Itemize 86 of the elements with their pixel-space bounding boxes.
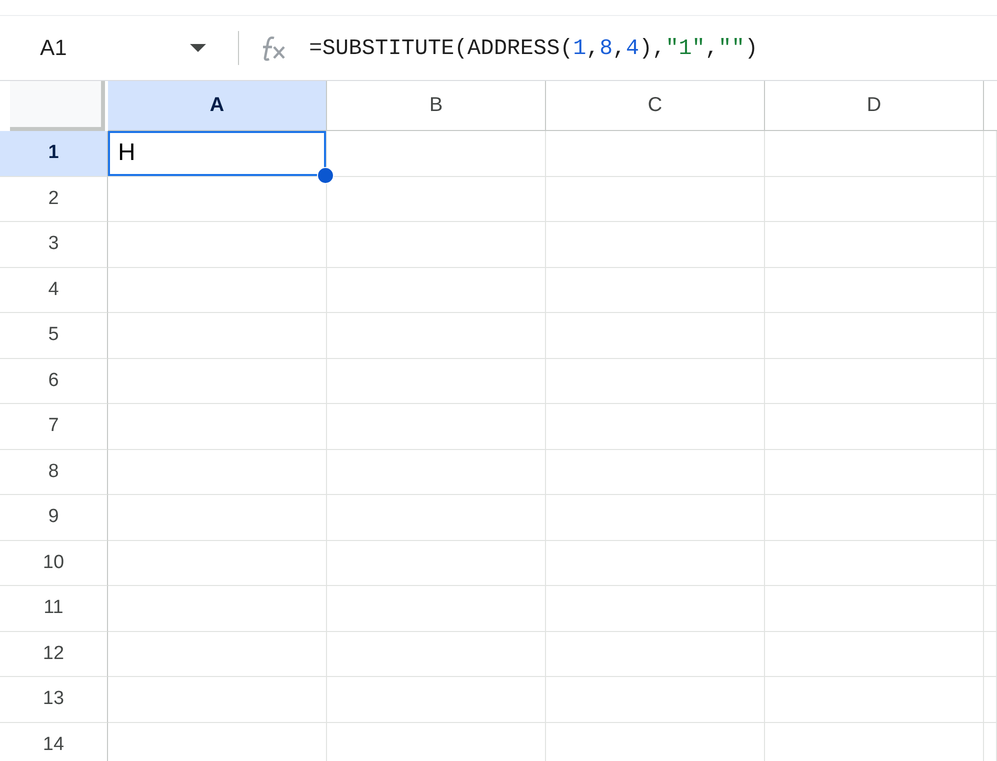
row-header[interactable]: 9 xyxy=(0,495,108,540)
table-cell[interactable] xyxy=(546,586,765,632)
table-cell[interactable] xyxy=(984,586,997,632)
table-cell[interactable] xyxy=(546,677,765,722)
table-cell[interactable] xyxy=(984,268,997,313)
column-header[interactable]: C xyxy=(546,81,765,131)
table-cell[interactable] xyxy=(327,268,546,313)
table-cell[interactable] xyxy=(765,632,984,677)
table-cell[interactable] xyxy=(108,677,327,722)
table-cell[interactable] xyxy=(546,450,765,495)
table-cell[interactable] xyxy=(546,632,765,677)
row-header[interactable]: 6 xyxy=(0,358,108,404)
table-cell[interactable] xyxy=(108,222,327,268)
row-header[interactable]: 11 xyxy=(0,586,108,632)
table-cell[interactable] xyxy=(546,313,765,358)
table-cell[interactable] xyxy=(984,495,997,540)
table-cell[interactable] xyxy=(984,313,997,358)
table-cell[interactable] xyxy=(984,632,997,677)
table-cell[interactable] xyxy=(546,222,765,268)
table-cell[interactable] xyxy=(108,495,327,540)
table-cell[interactable] xyxy=(765,268,984,313)
table-cell[interactable] xyxy=(546,495,765,540)
table-cell[interactable] xyxy=(546,268,765,313)
table-cell[interactable] xyxy=(984,450,997,495)
row-header[interactable]: 4 xyxy=(0,268,108,313)
table-cell[interactable] xyxy=(327,586,546,632)
table-cell[interactable] xyxy=(765,450,984,495)
row-header[interactable]: 1 xyxy=(0,131,108,176)
row-header[interactable]: 2 xyxy=(0,176,108,222)
row-header[interactable]: 13 xyxy=(0,677,108,722)
table-cell[interactable] xyxy=(327,404,546,450)
table-cell[interactable] xyxy=(327,450,546,495)
table-cell[interactable] xyxy=(327,222,546,268)
table-cell[interactable] xyxy=(765,540,984,586)
table-cell[interactable] xyxy=(984,677,997,722)
table-cell[interactable] xyxy=(765,313,984,358)
table-cell[interactable] xyxy=(108,450,327,495)
table-cell[interactable] xyxy=(108,313,327,358)
table-cell[interactable] xyxy=(765,131,984,176)
column-header[interactable]: A xyxy=(108,81,327,131)
table-cell[interactable] xyxy=(546,358,765,404)
caret-icon[interactable] xyxy=(190,44,206,52)
row-header[interactable]: 5 xyxy=(0,313,108,358)
row-header[interactable]: 8 xyxy=(0,450,108,495)
select-all-corner[interactable] xyxy=(10,81,105,131)
column-header[interactable]: B xyxy=(327,81,546,131)
table-cell[interactable] xyxy=(765,176,984,222)
table-cell[interactable] xyxy=(984,540,997,586)
table-cell[interactable] xyxy=(327,632,546,677)
name-box[interactable]: A1 xyxy=(40,35,190,61)
table-cell[interactable] xyxy=(765,586,984,632)
table-cell[interactable] xyxy=(546,176,765,222)
row-header[interactable]: 12 xyxy=(0,632,108,677)
table-cell[interactable] xyxy=(765,495,984,540)
table-cell[interactable] xyxy=(765,358,984,404)
fill-handle[interactable] xyxy=(317,166,334,184)
table-cell[interactable] xyxy=(765,404,984,450)
table-cell[interactable] xyxy=(108,586,327,632)
table-cell[interactable] xyxy=(108,540,327,586)
table-cell[interactable] xyxy=(765,677,984,722)
row-header[interactable]: 10 xyxy=(0,540,108,586)
formula-text[interactable]: =SUBSTITUTE(ADDRESS(1,8,4),"1","") xyxy=(309,36,758,60)
table-cell[interactable] xyxy=(327,677,546,722)
table-cell[interactable] xyxy=(327,540,546,586)
table-cell[interactable] xyxy=(108,358,327,404)
table-cell[interactable] xyxy=(984,222,997,268)
table-cell[interactable] xyxy=(765,222,984,268)
row-header[interactable]: 3 xyxy=(0,222,108,268)
table-cell[interactable] xyxy=(108,632,327,677)
table-cell[interactable] xyxy=(327,313,546,358)
table-cell[interactable] xyxy=(327,358,546,404)
table-cell[interactable] xyxy=(546,404,765,450)
table-cell[interactable] xyxy=(108,404,327,450)
row-header[interactable]: 14 xyxy=(0,722,108,761)
table-cell[interactable] xyxy=(546,131,765,176)
table-cell[interactable] xyxy=(984,131,997,176)
table-cell[interactable]: H xyxy=(108,131,326,176)
table-cell[interactable] xyxy=(984,176,997,222)
table-cell[interactable] xyxy=(327,495,546,540)
table-cell[interactable] xyxy=(546,540,765,586)
table-cell[interactable] xyxy=(108,268,327,313)
table-cell[interactable] xyxy=(327,176,546,222)
table-cell[interactable] xyxy=(984,404,997,450)
row-header[interactable]: 7 xyxy=(0,404,108,450)
table-cell[interactable] xyxy=(984,358,997,404)
column-header[interactable]: D xyxy=(765,81,984,131)
